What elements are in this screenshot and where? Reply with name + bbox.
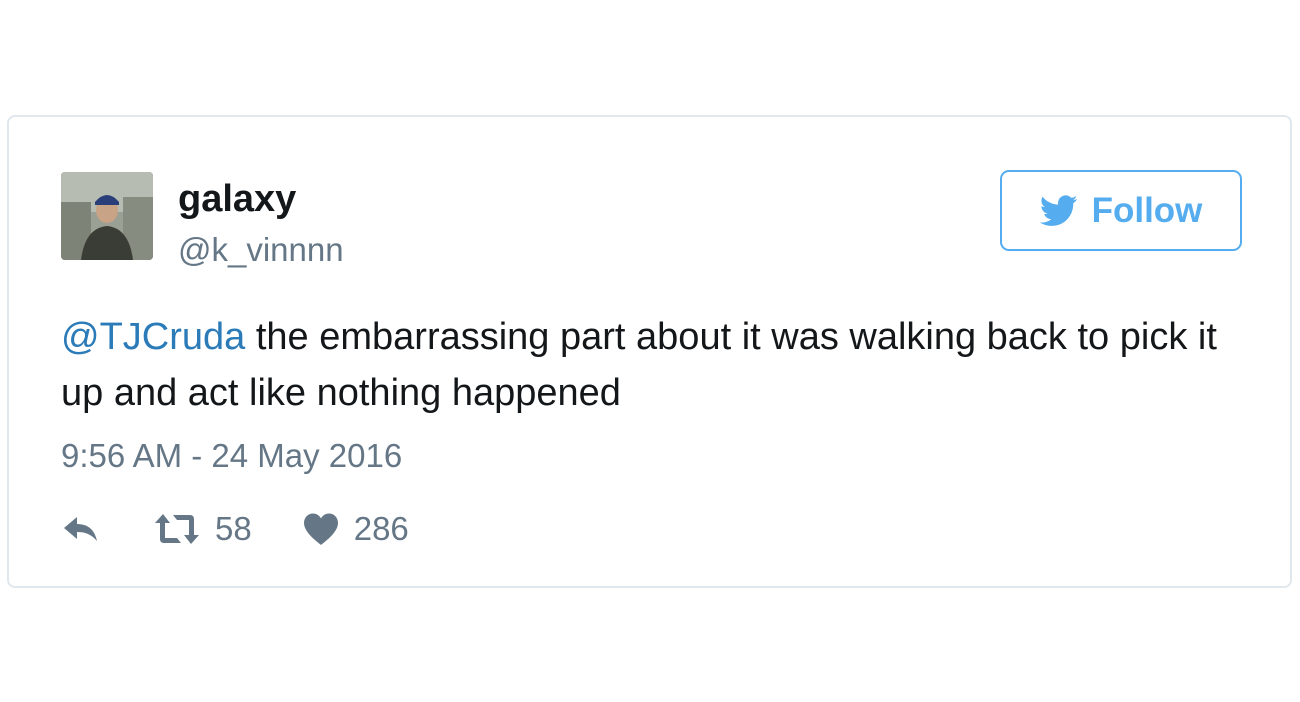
twitter-bird-icon <box>1039 194 1077 226</box>
user-handle[interactable]: @k_vinnnn <box>178 230 344 270</box>
user-photo-icon <box>61 172 153 260</box>
heart-icon <box>303 513 338 545</box>
follow-button[interactable]: Follow <box>1000 170 1242 251</box>
retweet-button[interactable]: 58 <box>153 509 252 549</box>
mention-link[interactable]: @TJCruda <box>61 316 245 358</box>
tweet-timestamp[interactable]: 9:56 AM - 24 May 2016 <box>61 436 402 476</box>
retweet-count: 58 <box>215 510 252 547</box>
reply-button[interactable] <box>61 513 101 545</box>
like-count: 286 <box>353 510 409 547</box>
tweet-text: @TJCruda the embarrassing part about it … <box>61 309 1241 421</box>
tweet-actions: 58 286 <box>61 509 409 549</box>
follow-label: Follow <box>1091 190 1203 230</box>
retweet-icon <box>155 514 199 544</box>
tweet-card: galaxy @k_vinnnn Follow @TJCruda the emb… <box>7 115 1292 588</box>
like-button[interactable]: 286 <box>302 509 409 549</box>
display-name[interactable]: galaxy <box>178 177 296 221</box>
avatar[interactable] <box>61 172 153 260</box>
reply-icon <box>64 517 97 541</box>
